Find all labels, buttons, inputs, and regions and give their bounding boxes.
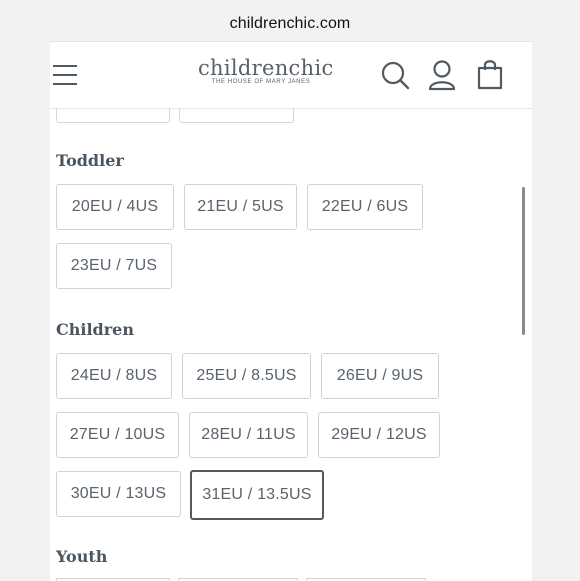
- size-option[interactable]: 30EU / 13US: [56, 471, 181, 517]
- search-icon[interactable]: [380, 60, 410, 90]
- size-button-partial[interactable]: [56, 108, 170, 123]
- size-option[interactable]: 26EU / 9US: [321, 353, 439, 399]
- page-content: childrenchic THE HOUSE OF MARY JANES Tod…: [50, 41, 532, 581]
- site-logo[interactable]: childrenchic THE HOUSE OF MARY JANES: [198, 55, 334, 85]
- section-title-children: Children: [56, 320, 134, 339]
- size-button-partial[interactable]: [179, 108, 294, 123]
- size-option[interactable]: 23EU / 7US: [56, 243, 172, 289]
- section-title-toddler: Toddler: [56, 151, 124, 170]
- menu-icon[interactable]: [52, 62, 78, 88]
- bag-icon[interactable]: [476, 58, 504, 90]
- logo-tagline: THE HOUSE OF MARY JANES: [211, 79, 311, 85]
- size-option[interactable]: 22EU / 6US: [307, 184, 423, 230]
- logo-wordmark: childrenchic: [198, 56, 334, 80]
- size-option[interactable]: 28EU / 11US: [189, 412, 308, 458]
- size-option[interactable]: 27EU / 10US: [56, 412, 179, 458]
- account-icon[interactable]: [427, 59, 457, 91]
- section-title-youth: Youth: [56, 547, 108, 566]
- size-option[interactable]: 24EU / 8US: [56, 353, 172, 399]
- size-option[interactable]: 21EU / 5US: [184, 184, 297, 230]
- scrollbar-thumb[interactable]: [522, 187, 525, 335]
- size-option[interactable]: 29EU / 12US: [318, 412, 440, 458]
- size-option-selected[interactable]: 31EU / 13.5US: [190, 470, 324, 520]
- site-header: childrenchic THE HOUSE OF MARY JANES: [50, 42, 532, 109]
- size-option[interactable]: 25EU / 8.5US: [182, 353, 311, 399]
- size-option[interactable]: 20EU / 4US: [56, 184, 174, 230]
- url-text: childrenchic.com: [229, 15, 351, 32]
